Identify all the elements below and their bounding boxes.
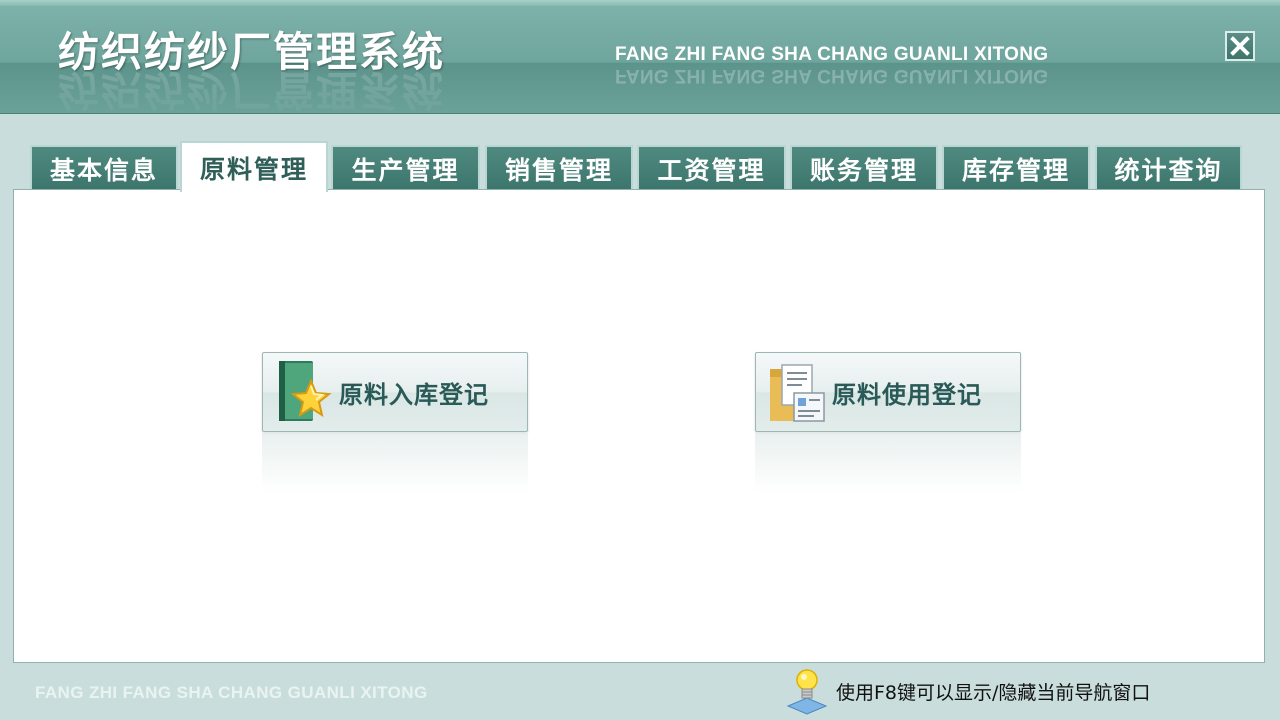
tab-label: 账务管理	[809, 155, 918, 185]
material-inbound-label: 原料入库登记	[339, 380, 489, 409]
material-usage-button[interactable]: 原料使用登记	[755, 352, 1021, 432]
tab-statistics-query[interactable]: 统计查询	[1095, 145, 1242, 190]
navigation-hint: 使用F8键可以显示/隐藏当前导航窗口	[782, 666, 1150, 716]
tab-label: 库存管理	[961, 155, 1070, 185]
tab-material-management[interactable]: 原料管理	[180, 141, 328, 192]
tab-production-management[interactable]: 生产管理	[331, 145, 480, 190]
tab-inventory-management[interactable]: 库存管理	[942, 145, 1090, 190]
close-icon	[1230, 36, 1250, 56]
tab-label: 生产管理	[351, 155, 460, 185]
app-subtitle: FANG ZHI FANG SHA CHANG GUANLI XITONG	[615, 44, 1049, 65]
tab-sales-management[interactable]: 销售管理	[485, 145, 633, 190]
material-usage-reflection	[755, 433, 1021, 493]
material-usage-label: 原料使用登记	[832, 380, 982, 409]
lightbulb-icon	[786, 669, 828, 715]
tab-salary-management[interactable]: 工资管理	[637, 145, 786, 190]
tab-label: 工资管理	[657, 155, 766, 185]
tab-accounts-management[interactable]: 账务管理	[790, 145, 938, 190]
tab-content-panel: 原料入库登记 原料使用登记	[13, 189, 1265, 663]
folder-documents-icon	[770, 364, 825, 422]
tab-label: 基本信息	[49, 155, 158, 185]
material-inbound-button[interactable]: 原料入库登记	[262, 352, 528, 432]
tab-label: 原料管理	[199, 154, 308, 184]
tab-label: 统计查询	[1114, 155, 1223, 185]
material-inbound-reflection	[262, 433, 528, 493]
title-bar-stripe	[0, 0, 1280, 6]
navigation-hint-text: 使用F8键可以显示/隐藏当前导航窗口	[836, 681, 1151, 704]
app-subtitle-reflection: FANG ZHI FANG SHA CHANG GUANLI XITONG	[615, 65, 1049, 86]
footer-brand: FANG ZHI FANG SHA CHANG GUANLI XITONG	[35, 683, 428, 702]
book-star-icon	[279, 361, 332, 421]
app-title-reflection: 纺织纺纱厂管理系统	[58, 66, 445, 114]
title-bar: 纺织纺纱厂管理系统 纺织纺纱厂管理系统 FANG ZHI FANG SHA CH…	[0, 0, 1280, 114]
tab-basic-info[interactable]: 基本信息	[30, 145, 178, 190]
tab-label: 销售管理	[504, 155, 613, 185]
tab-bar: 基本信息 原料管理 生产管理 销售管理 工资管理 账务管理 库存管理 统计查询	[30, 141, 1250, 192]
close-button[interactable]	[1225, 31, 1255, 61]
